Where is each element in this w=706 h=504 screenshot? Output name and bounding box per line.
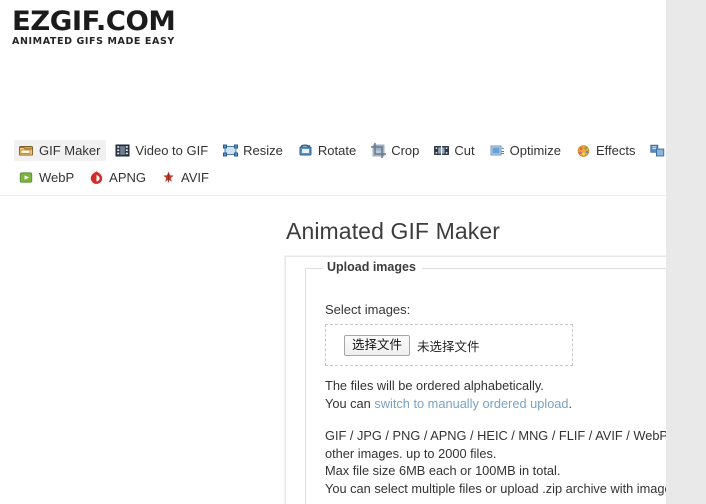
logo-wordmark: EZGIF.COM bbox=[12, 6, 176, 37]
cut-icon bbox=[434, 143, 450, 158]
apng-icon bbox=[89, 170, 104, 185]
choose-file-button[interactable]: 选择文件 bbox=[344, 334, 411, 356]
nav-item-avif[interactable]: AVIF bbox=[156, 167, 215, 188]
nav-row-secondary: WebP APNG AVIF bbox=[0, 165, 666, 189]
file-dropzone[interactable]: 选择文件 未选择文件 bbox=[325, 324, 573, 366]
site-logo[interactable]: EZGIF.COM ANIMATED GIFS MADE EASY bbox=[12, 8, 212, 47]
upload-images-fieldset: Upload images Select images: 选择文件 未选择文件 … bbox=[305, 260, 666, 504]
nav-label: GIF Maker bbox=[39, 142, 101, 158]
webp-icon bbox=[19, 170, 34, 185]
nav-item-crop[interactable]: Crop bbox=[366, 140, 425, 161]
nav-item-split[interactable]: Split bbox=[645, 140, 666, 161]
resize-icon bbox=[223, 143, 239, 158]
ordering-note-line2: You can switch to manually ordered uploa… bbox=[325, 395, 572, 413]
nav-item-apng[interactable]: APNG bbox=[84, 167, 152, 188]
ordering-note-line1: The files will be ordered alphabetically… bbox=[325, 378, 544, 393]
nav-item-rotate[interactable]: Rotate bbox=[293, 140, 362, 161]
nav-label: Optimize bbox=[509, 142, 561, 158]
nav-row-primary: GIF Maker Video to GIF Resize Rotate Cro… bbox=[0, 138, 666, 162]
nav-label: Resize bbox=[243, 142, 283, 158]
nav-label: WebP bbox=[39, 169, 75, 185]
gif-maker-icon bbox=[19, 143, 34, 158]
nav-label: Rotate bbox=[317, 142, 357, 158]
nav-item-webp[interactable]: WebP bbox=[14, 167, 80, 188]
optimize-icon bbox=[490, 143, 505, 158]
manual-order-prefix: You can bbox=[325, 395, 375, 411]
rotate-icon bbox=[298, 143, 313, 158]
main-content: Animated GIF Maker Upload images Select … bbox=[0, 196, 666, 504]
nav-label: Crop bbox=[391, 142, 420, 158]
format-line-4: You can select multiple files or upload … bbox=[325, 480, 666, 496]
crop-icon bbox=[371, 142, 387, 158]
manual-order-link[interactable]: switch to manually ordered upload bbox=[374, 396, 568, 411]
format-notes: GIF / JPG / PNG / APNG / HEIC / MNG / FL… bbox=[325, 427, 666, 497]
nav-item-cut[interactable]: Cut bbox=[429, 140, 480, 161]
nav-label: AVIF bbox=[181, 169, 209, 185]
page-body: EZGIF.COM ANIMATED GIFS MADE EASY GIF Ma… bbox=[0, 0, 666, 504]
page-right-gutter bbox=[666, 0, 706, 504]
page-title: Animated GIF Maker bbox=[286, 218, 500, 244]
nav-item-gif-maker[interactable]: GIF Maker bbox=[14, 139, 107, 161]
main-navigation: GIF Maker Video to GIF Resize Rotate Cro… bbox=[0, 133, 666, 197]
avif-icon bbox=[161, 170, 176, 185]
nav-item-video-to-gif[interactable]: Video to GIF bbox=[110, 140, 214, 161]
nav-label: Cut bbox=[454, 142, 475, 158]
select-images-label: Select images: bbox=[325, 302, 411, 317]
nav-item-effects[interactable]: Effects bbox=[571, 140, 642, 161]
file-input[interactable]: 选择文件 未选择文件 bbox=[344, 334, 480, 356]
effects-icon bbox=[576, 143, 591, 158]
logo-tagline: ANIMATED GIFS MADE EASY bbox=[12, 36, 175, 47]
format-line-2: other images. up to 2000 files. bbox=[325, 445, 497, 461]
ordering-notes: The files will be ordered alphabetically… bbox=[325, 377, 572, 412]
manual-order-suffix: . bbox=[568, 395, 573, 411]
split-icon bbox=[650, 143, 665, 158]
format-line-3: Max file size 6MB each or 100MB in total… bbox=[325, 463, 561, 478]
nav-label: Video to GIF bbox=[135, 142, 209, 158]
upload-panel: Upload images Select images: 选择文件 未选择文件 … bbox=[285, 256, 666, 504]
nav-label: Effects bbox=[595, 142, 636, 158]
file-selection-status: 未选择文件 bbox=[417, 339, 480, 354]
format-line-1: GIF / JPG / PNG / APNG / HEIC / MNG / FL… bbox=[325, 428, 666, 443]
fieldset-legend: Upload images bbox=[323, 260, 422, 274]
video-to-gif-icon bbox=[115, 143, 130, 158]
nav-label: APNG bbox=[109, 169, 147, 185]
nav-item-resize[interactable]: Resize bbox=[218, 140, 289, 161]
nav-item-optimize[interactable]: Optimize bbox=[485, 140, 567, 161]
